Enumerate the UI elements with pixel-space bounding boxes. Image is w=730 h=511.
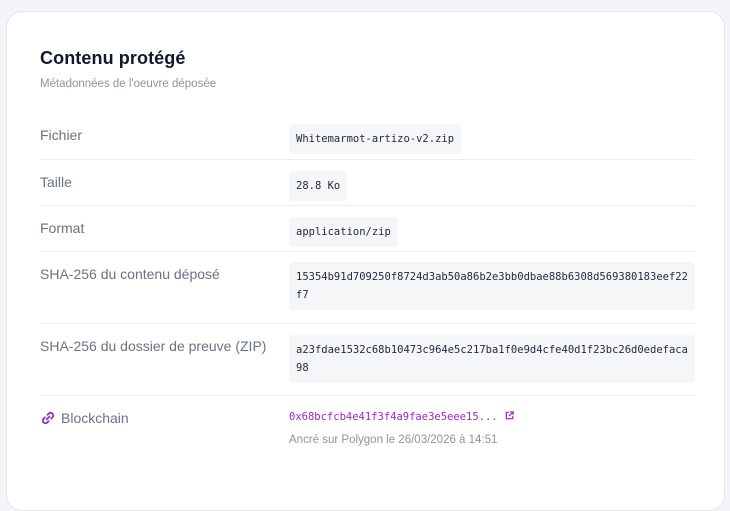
transaction-link[interactable]: 0x68bcfcb4e41f3f4a9fae3e5eee15... — [289, 410, 515, 423]
metadata-row-blockchain: Blockchain 0x68bcfcb4e41f3f4a9fae3e5eee1… — [40, 396, 694, 466]
card-subtitle: Métadonnées de l'oeuvre déposée — [40, 78, 217, 90]
transaction-hash: 0x68bcfcb4e41f3f4a9fae3e5eee15... — [289, 411, 498, 423]
metadata-list: Fichier Whitemarmot-artizo-v2.zip Taille… — [40, 114, 695, 466]
metadata-row-content-hash: SHA-256 du contenu déposé 15354b91d70925… — [40, 252, 695, 324]
size-label: Taille — [40, 174, 72, 190]
format-label: Format — [40, 220, 85, 236]
metadata-row-size: Taille 28.8 Ko — [40, 160, 694, 206]
metadata-row-proof-hash: SHA-256 du dossier de preuve (ZIP) a23fd… — [40, 324, 695, 396]
protected-content-card: Contenu protégé Métadonnées de l'oeuvre … — [6, 11, 725, 511]
anchored-info: Ancré sur Polygon le 26/03/2026 à 14:51 — [289, 434, 498, 446]
card-title: Contenu protégé — [40, 48, 186, 68]
format-value: application/zip — [289, 217, 398, 247]
size-value: 28.8 Ko — [289, 171, 348, 201]
external-link-icon — [505, 411, 514, 420]
file-value: Whitemarmot-artizo-v2.zip — [289, 124, 462, 154]
proof-hash-label: SHA-256 du dossier de preuve (ZIP) — [40, 338, 267, 354]
metadata-row-file: Fichier Whitemarmot-artizo-v2.zip — [40, 114, 694, 160]
metadata-row-format: Format application/zip — [40, 206, 694, 252]
content-hash-label: SHA-256 du contenu déposé — [40, 266, 220, 282]
blockchain-label-text: Blockchain — [61, 410, 129, 426]
proof-hash-value: a23fdae1532c68b10473c964e5c217ba1f0e9d4c… — [289, 335, 695, 383]
content-hash-value: 15354b91d709250f8724d3ab50a86b2e3bb0dbae… — [289, 262, 695, 310]
file-label: Fichier — [40, 127, 83, 143]
blockchain-label: Blockchain — [40, 410, 129, 426]
chain-link-icon — [41, 411, 55, 425]
